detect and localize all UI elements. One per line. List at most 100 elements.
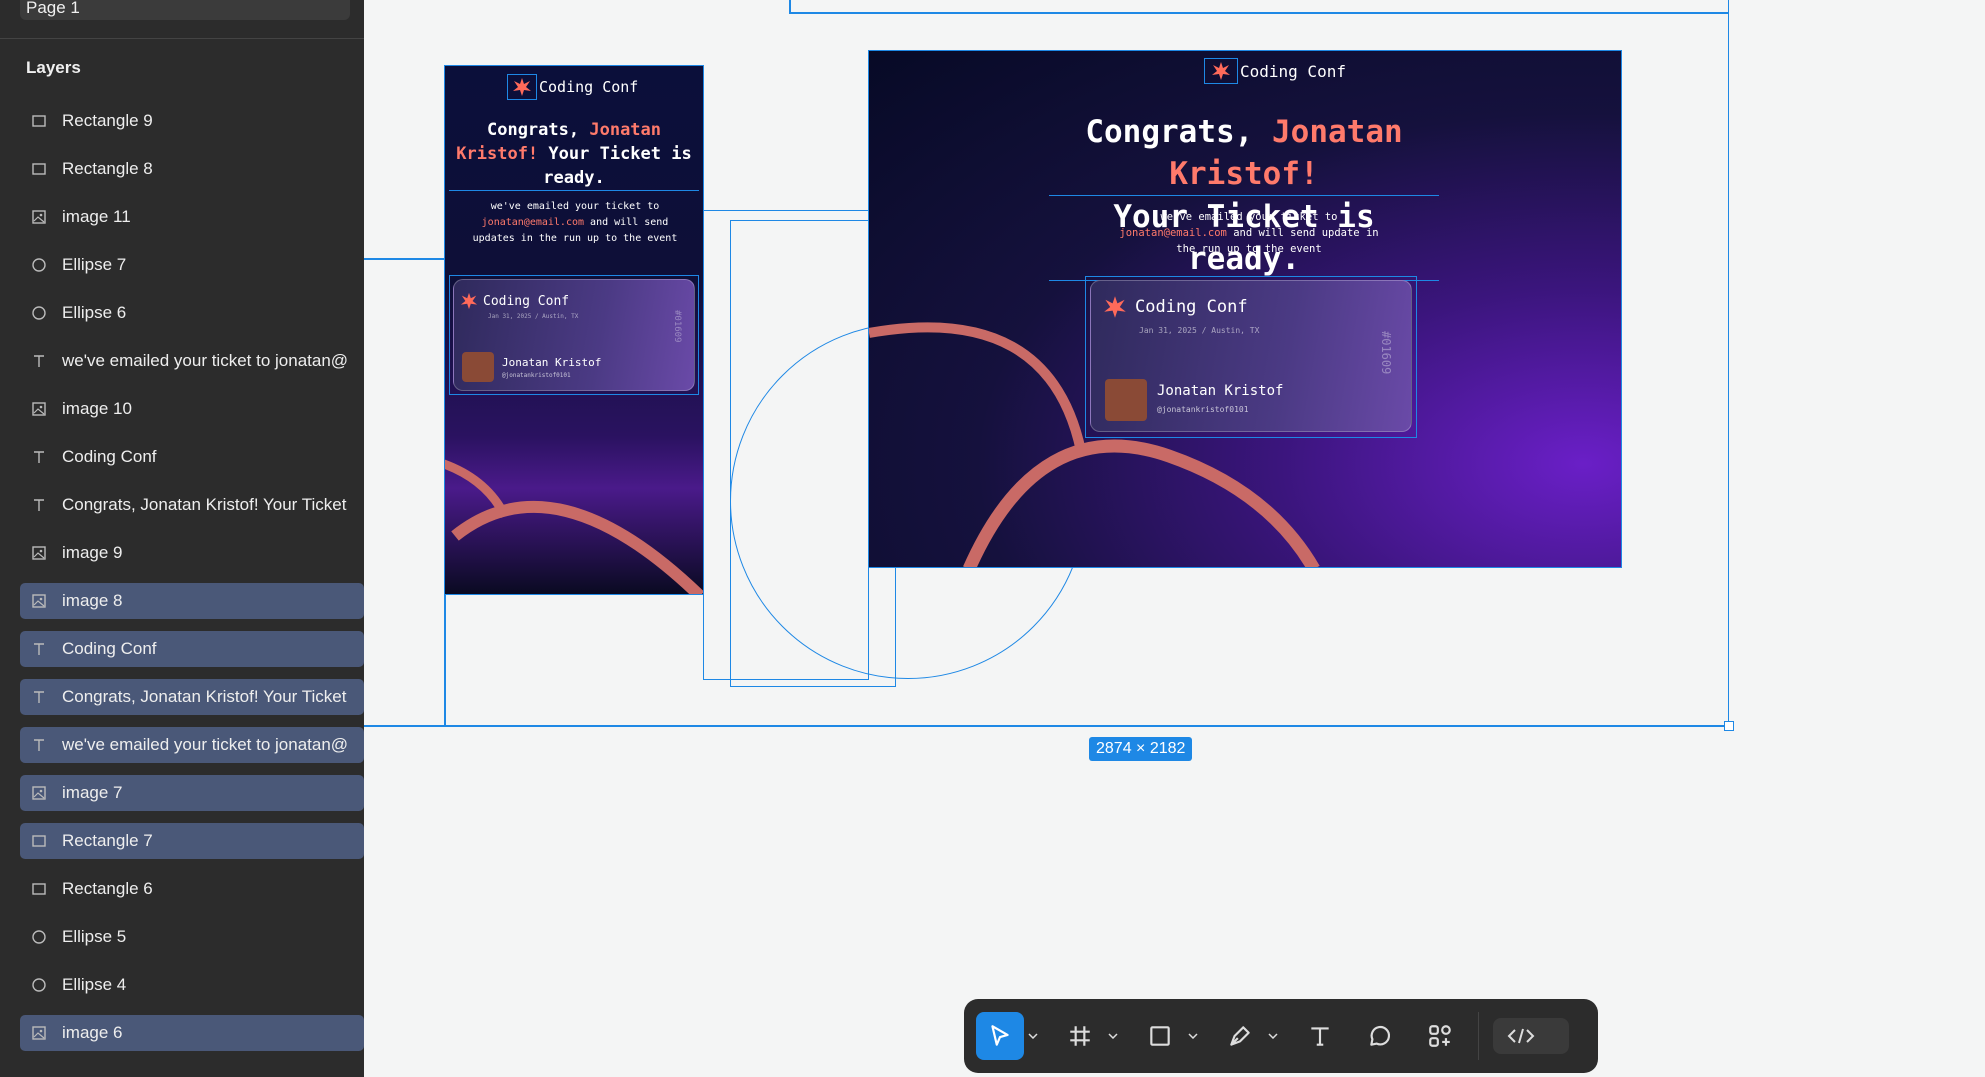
layer-row[interactable]: image 8 [20, 583, 364, 619]
layer-label: Rectangle 6 [62, 879, 153, 898]
ellipse-icon [30, 928, 48, 946]
mobile-headline: Congrats, Jonatan Kristof! Your Ticket i… [449, 118, 699, 191]
desktop-ticket-handle: @jonatankristof0101 [1157, 405, 1249, 414]
layer-label: image 10 [62, 399, 132, 418]
frame-outline-top-left [789, 0, 791, 13]
resize-handle[interactable] [1724, 721, 1734, 731]
layer-label: Rectangle 9 [62, 111, 153, 130]
mobile-ticket-brand: Coding Conf [483, 293, 570, 309]
layer-label: image 9 [62, 543, 123, 562]
page-selector[interactable]: Page 1 [20, 0, 350, 20]
image-icon [30, 592, 48, 610]
desktop-sub-line2: and will send update in [1233, 227, 1379, 239]
desktop-ticket-brand: Coding Conf [1135, 297, 1248, 317]
pen-tool-button[interactable] [1216, 1012, 1264, 1060]
ellipse-icon [30, 256, 48, 274]
layer-row[interactable]: Rectangle 6 [20, 871, 364, 907]
chevron-down-icon[interactable] [1264, 1033, 1282, 1039]
selection-size-badge: 2874 × 2182 [1089, 737, 1193, 761]
sidebar-divider [0, 38, 364, 39]
frame-tool-button[interactable] [1056, 1012, 1104, 1060]
layer-label: Ellipse 5 [62, 927, 127, 946]
desktop-sub-line1: we've emailed your ticket to [1160, 211, 1338, 223]
dev-mode-toggle[interactable] [1493, 1018, 1569, 1054]
layer-row[interactable]: image 10 [20, 391, 364, 427]
layer-row[interactable]: Rectangle 9 [20, 103, 364, 139]
desktop-sub-email: jonatan@email.com [1119, 227, 1227, 239]
layer-row[interactable]: image 7 [20, 775, 364, 811]
text-icon [30, 688, 48, 706]
mobile-subtext: we've emailed your ticket to jonatan@ema… [455, 199, 695, 247]
image-icon [30, 208, 48, 226]
layer-row[interactable]: Congrats, Jonatan Kristof! Your Ticket [20, 487, 364, 523]
desktop-brand: Coding Conf [1240, 61, 1346, 81]
mobile-logo: Coding Conf [507, 74, 638, 100]
chevron-down-icon[interactable] [1024, 1033, 1042, 1039]
mobile-ready: ready. [543, 168, 605, 188]
burst-logo-icon [507, 74, 537, 100]
desktop-sub-line3: the run up to the event [1176, 243, 1322, 255]
layers-list: Rectangle 9 Rectangle 8 image 11 Ellipse 7 E… [20, 103, 364, 1063]
avatar [462, 352, 494, 382]
desktop-subtext: we've emailed your ticket to jonatan@ema… [1119, 209, 1379, 257]
image-icon [30, 400, 48, 418]
page-label: Page 1 [26, 0, 80, 17]
desktop-ticket-number: #01609 [1379, 331, 1393, 375]
rectangle-icon [30, 160, 48, 178]
mobile-name-last: Kristof! [456, 144, 539, 164]
mobile-sub-email: jonatan@email.com [481, 217, 585, 228]
layer-row[interactable]: Rectangle 8 [20, 151, 364, 187]
components-icon [1429, 1025, 1451, 1047]
chevron-down-icon[interactable] [1104, 1033, 1122, 1039]
chevron-down-icon[interactable] [1184, 1033, 1202, 1039]
burst-logo-icon [1204, 58, 1238, 84]
components-tool-button[interactable] [1416, 1012, 1464, 1060]
rectangle-icon [1150, 1026, 1170, 1046]
layer-label: Congrats, Jonatan Kristof! Your Ticket [62, 687, 347, 706]
image-icon [30, 1024, 48, 1042]
layer-row[interactable]: image 11 [20, 199, 364, 235]
layer-row[interactable]: Rectangle 7 [20, 823, 364, 859]
layer-label: Rectangle 7 [62, 831, 153, 850]
mobile-brand: Coding Conf [539, 78, 639, 96]
comment-tool-button[interactable] [1356, 1012, 1404, 1060]
layer-row[interactable]: Ellipse 7 [20, 247, 364, 283]
mobile-ticket-name: Jonatan Kristof [502, 356, 602, 369]
rectangle-icon [30, 832, 48, 850]
mobile-ticket-card: Coding Conf Jan 31, 2025 / Austin, TX Jo… [453, 279, 695, 391]
desktop-ticket-artboard[interactable]: Coding Conf Congrats, Jonatan Kristof! Y… [868, 50, 1622, 568]
code-icon [1507, 1028, 1535, 1044]
move-tool-button[interactable] [976, 1012, 1024, 1060]
layer-label: Coding Conf [62, 447, 157, 466]
image-icon [30, 544, 48, 562]
text-icon [30, 496, 48, 514]
desktop-ticket-card: Coding Conf Jan 31, 2025 / Austin, TX Jo… [1090, 280, 1412, 432]
mobile-sub-line2: and will send [590, 217, 669, 228]
burst-logo-icon [1104, 296, 1126, 318]
cursor-icon [991, 1025, 1009, 1046]
layer-row[interactable]: Ellipse 5 [20, 919, 364, 955]
layer-row[interactable]: Congrats, Jonatan Kristof! Your Ticket [20, 679, 364, 715]
image-icon [30, 784, 48, 802]
layer-row[interactable]: Ellipse 6 [20, 295, 364, 331]
text-icon [30, 736, 48, 754]
layer-row[interactable]: we've emailed your ticket to jonatan@ [20, 727, 364, 763]
mobile-ticket-handle: @jonatankristof0101 [502, 372, 571, 379]
layer-label: image 7 [62, 783, 123, 802]
layer-row[interactable]: image 9 [20, 535, 364, 571]
layer-label: Ellipse 7 [62, 255, 127, 274]
text-tool-button[interactable] [1296, 1012, 1344, 1060]
layer-row[interactable]: Coding Conf [20, 439, 364, 475]
shape-tool-button[interactable] [1136, 1012, 1184, 1060]
layer-row[interactable]: we've emailed your ticket to jonatan@ [20, 343, 364, 379]
text-icon [1311, 1027, 1329, 1046]
layer-row[interactable]: image 6 [20, 1015, 364, 1051]
mobile-ticket-artboard[interactable]: Coding Conf Congrats, Jonatan Kristof! Y… [444, 65, 704, 595]
layer-label: Rectangle 8 [62, 159, 153, 178]
layer-row[interactable]: Ellipse 4 [20, 967, 364, 1003]
ellipse-icon [30, 304, 48, 322]
layer-row[interactable]: Coding Conf [20, 631, 364, 667]
frame-outline-left [444, 595, 446, 726]
frame-outline-top [789, 12, 1729, 14]
layer-label: Ellipse 4 [62, 975, 127, 994]
